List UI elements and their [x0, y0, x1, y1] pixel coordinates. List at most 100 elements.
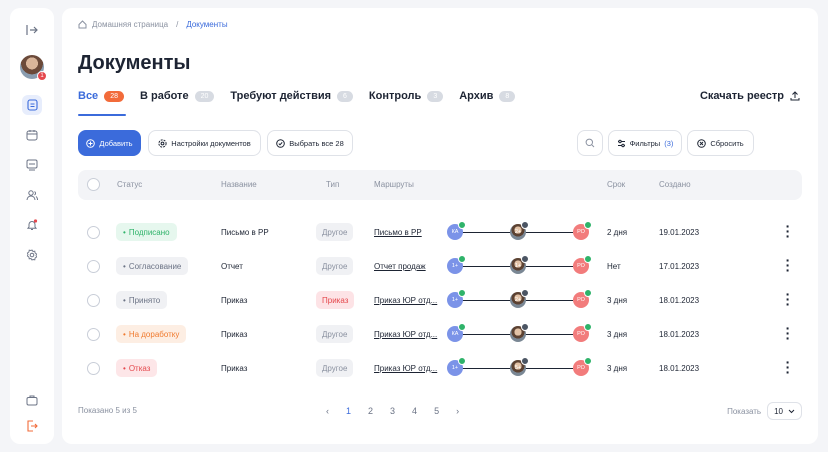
page-1[interactable]: 1: [346, 406, 351, 416]
table-header: Статус Название Тип Маршруты Срок Создан…: [78, 170, 802, 200]
breadcrumb-home[interactable]: Домашняя страница: [92, 20, 168, 29]
per-page-select[interactable]: 10: [767, 402, 802, 420]
type-badge: Другое: [316, 359, 354, 377]
route-node-middle[interactable]: 1+: [510, 255, 529, 274]
route-node-start[interactable]: КА: [447, 323, 466, 342]
route-node-start[interactable]: 1+: [447, 357, 466, 376]
column-term[interactable]: Срок: [607, 180, 625, 189]
route-node-end[interactable]: РО: [573, 323, 592, 342]
tab-all[interactable]: Все 28: [78, 90, 124, 102]
tab-archive[interactable]: Архив 8: [459, 90, 516, 102]
logout-icon[interactable]: [22, 416, 42, 436]
breadcrumb-separator: /: [176, 20, 179, 29]
home-icon[interactable]: [78, 20, 87, 29]
row-checkbox[interactable]: [87, 362, 100, 375]
page-3[interactable]: 3: [390, 406, 395, 416]
check-circle-icon: [276, 138, 286, 148]
row-checkbox[interactable]: [87, 294, 100, 307]
more-actions-icon[interactable]: · · ·: [784, 321, 792, 345]
row-checkbox[interactable]: [87, 226, 100, 239]
select-all-checkbox[interactable]: [87, 178, 100, 191]
filters-button[interactable]: Фильтры (3): [608, 130, 682, 156]
download-label: Скачать реестр: [699, 90, 784, 102]
document-name: Приказ: [221, 364, 248, 373]
route-node-start[interactable]: КА: [447, 221, 466, 240]
document-name: Приказ: [221, 330, 248, 339]
route-link[interactable]: Приказ ЮР отд...: [374, 296, 437, 305]
created-date: 18.01.2023: [659, 330, 700, 339]
table-row[interactable]: • Согласование Отчет Другое Отчет продаж 1+ 1…: [78, 250, 802, 284]
documents-icon[interactable]: [22, 95, 42, 115]
route-node-middle[interactable]: 2+: [510, 221, 529, 240]
pagination: ‹ 1 2 3 4 5 ›: [326, 406, 459, 416]
route-node-middle[interactable]: [510, 323, 529, 342]
app-frame: 1 Домашняя страница / Документы Документ…: [0, 0, 828, 452]
tab-count: 20: [194, 90, 215, 102]
document-name: Письмо в РР: [221, 228, 269, 237]
settings-icon[interactable]: [22, 245, 42, 265]
toolbar: Добавить Настройки документов Выбрать вс…: [78, 130, 802, 156]
status-badge: • На доработку: [116, 325, 187, 343]
tab-count: 6: [337, 90, 353, 102]
more-actions-icon[interactable]: · · ·: [784, 253, 792, 277]
document-name: Приказ: [221, 296, 248, 305]
tab-in-work[interactable]: В работе 20: [140, 90, 215, 102]
bell-icon[interactable]: [22, 215, 42, 235]
next-page-icon[interactable]: ›: [456, 406, 459, 416]
tab-count: 3: [427, 90, 444, 102]
more-actions-icon[interactable]: · · ·: [784, 219, 792, 243]
column-status[interactable]: Статус: [117, 180, 142, 189]
prev-page-icon[interactable]: ‹: [326, 406, 329, 416]
type-badge: Другое: [316, 223, 354, 241]
page-5[interactable]: 5: [434, 406, 439, 416]
row-checkbox[interactable]: [87, 260, 100, 273]
column-name[interactable]: Название: [221, 180, 257, 189]
route-node-end[interactable]: РО: [573, 221, 592, 240]
expand-sidebar-icon[interactable]: [22, 20, 42, 40]
tab-action-required[interactable]: Требуют действия 6: [230, 90, 353, 102]
term-value: 3 дня: [607, 330, 628, 339]
gear-icon: [158, 138, 167, 148]
route-link[interactable]: Приказ ЮР отд...: [374, 330, 437, 339]
avatar[interactable]: 1: [20, 55, 47, 81]
page-4[interactable]: 4: [412, 406, 417, 416]
tab-control[interactable]: Контроль 3: [369, 90, 444, 102]
search-button[interactable]: [577, 130, 603, 156]
document-settings-button[interactable]: Настройки документов: [148, 130, 261, 156]
route-node-middle[interactable]: 2+: [510, 289, 529, 308]
column-created[interactable]: Создано: [659, 180, 691, 189]
more-actions-icon[interactable]: · · ·: [784, 287, 792, 311]
page-2[interactable]: 2: [368, 406, 373, 416]
route-node-start[interactable]: 1+: [447, 255, 466, 274]
download-registry-button[interactable]: Скачать реестр: [700, 90, 800, 102]
term-value: 3 дня: [607, 364, 628, 373]
route-node-end[interactable]: РО: [573, 255, 592, 274]
avatar-badge: 1: [37, 71, 47, 81]
route-link[interactable]: Приказ ЮР отд...: [374, 364, 437, 373]
table-row[interactable]: • Отказ Приказ Другое Приказ ЮР отд... 1+ 5+ Р…: [78, 352, 802, 386]
more-actions-icon[interactable]: · · ·: [784, 355, 792, 379]
table-row[interactable]: • Принято Приказ Приказ Приказ ЮР отд... 1+ 2…: [78, 284, 802, 318]
type-badge: Другое: [316, 325, 354, 343]
plus-circle-icon: [86, 138, 96, 148]
route-node-start[interactable]: 1+: [447, 289, 466, 308]
page-title: Документы: [78, 52, 191, 74]
column-routes[interactable]: Маршруты: [374, 180, 414, 189]
route-link[interactable]: Отчет продаж: [374, 262, 426, 271]
term-value: 2 дня: [607, 228, 628, 237]
reset-button[interactable]: Сбросить: [687, 130, 754, 156]
table-row[interactable]: • На доработку Приказ Другое Приказ ЮР отд.…: [78, 318, 802, 352]
add-button[interactable]: Добавить: [78, 130, 141, 156]
route-node-middle[interactable]: 5+: [510, 357, 529, 376]
calendar-icon[interactable]: [22, 125, 42, 145]
users-icon[interactable]: [22, 185, 42, 205]
table-row[interactable]: • Подписано Письмо в РР Другое Письмо в РР К…: [78, 216, 802, 250]
route-node-end[interactable]: РО: [573, 357, 592, 376]
route-node-end[interactable]: РО: [573, 289, 592, 308]
select-all-button[interactable]: Выбрать все 28: [267, 130, 353, 156]
row-checkbox[interactable]: [87, 328, 100, 341]
briefcase-icon[interactable]: [22, 390, 42, 410]
monitor-icon[interactable]: [22, 155, 42, 175]
column-type[interactable]: Тип: [326, 180, 339, 189]
route-link[interactable]: Письмо в РР: [374, 228, 422, 237]
